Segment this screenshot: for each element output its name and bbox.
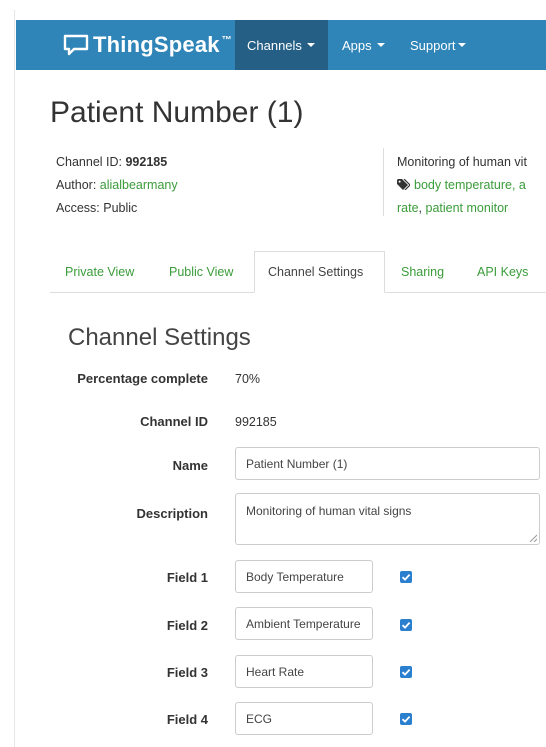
name-input-value: Patient Number (1) bbox=[246, 456, 348, 471]
resize-handle-icon[interactable] bbox=[529, 534, 537, 542]
caret-down-icon bbox=[306, 43, 315, 47]
channel-id-setting-label: Channel ID bbox=[140, 414, 208, 429]
tab-channel-settings[interactable]: Channel Settings bbox=[254, 251, 385, 293]
description-label: Description bbox=[136, 506, 208, 521]
section-title: Channel Settings bbox=[68, 324, 251, 351]
access-label: Access: bbox=[56, 201, 104, 215]
thingspeak-logo[interactable]: ThingSpeak ™ bbox=[63, 20, 232, 70]
tags-line: body temperature, a bbox=[397, 174, 546, 197]
field3-input[interactable]: Heart Rate bbox=[235, 655, 373, 688]
access-value: Public bbox=[103, 201, 138, 215]
field2-checkbox[interactable] bbox=[400, 619, 412, 631]
field4-input-value: ECG bbox=[246, 711, 273, 726]
nav-support[interactable]: Support bbox=[398, 20, 478, 70]
field4-input[interactable]: ECG bbox=[235, 702, 373, 735]
brand-trademark: ™ bbox=[221, 34, 232, 46]
checkmark-icon bbox=[401, 621, 411, 629]
tag-link[interactable]: rate bbox=[397, 201, 419, 215]
percentage-value: 70% bbox=[235, 372, 261, 386]
channel-id-setting-value: 992185 bbox=[235, 415, 277, 429]
author-link[interactable]: alialbearmany bbox=[100, 178, 178, 192]
tag-link[interactable]: patient monitor bbox=[426, 201, 509, 215]
access-line: Access: Public bbox=[56, 197, 178, 220]
tab-public-view[interactable]: Public View bbox=[169, 252, 233, 292]
author-label: Author: bbox=[56, 178, 100, 192]
speech-bubble-icon bbox=[63, 34, 89, 56]
tags-line-2: rate, patient monitor bbox=[397, 197, 546, 220]
nav-support-label: Support bbox=[410, 37, 456, 53]
caret-down-icon bbox=[376, 43, 385, 47]
checkmark-icon bbox=[401, 573, 411, 581]
tags-icon bbox=[397, 179, 410, 190]
tab-api-keys[interactable]: API Keys bbox=[477, 252, 528, 292]
channel-id-label: Channel ID: bbox=[56, 155, 126, 169]
name-label: Name bbox=[172, 458, 208, 473]
description-textarea-value: Monitoring of human vital signs bbox=[246, 504, 412, 518]
field2-input[interactable]: Ambient Temperature bbox=[235, 607, 373, 640]
checkmark-icon bbox=[401, 715, 411, 723]
percentage-label: Percentage complete bbox=[77, 371, 208, 386]
field2-label: Field 2 bbox=[166, 618, 208, 633]
tag-link[interactable]: body temperature, a bbox=[414, 178, 526, 192]
brand-name: ThingSpeak bbox=[93, 32, 220, 57]
description-preview: Monitoring of human vit bbox=[397, 155, 527, 169]
channel-meta: Channel ID: 992185 Author: alialbearmany… bbox=[56, 151, 178, 220]
field3-checkbox[interactable] bbox=[400, 666, 412, 678]
tag-separator: , bbox=[418, 201, 426, 215]
field1-input[interactable]: Body Temperature bbox=[235, 560, 373, 593]
top-navbar: ThingSpeak ™ Channels Apps Support bbox=[16, 20, 546, 70]
page-title: Patient Number (1) bbox=[50, 96, 304, 129]
field1-checkbox[interactable] bbox=[400, 571, 412, 583]
field3-label: Field 3 bbox=[166, 665, 208, 680]
channel-id-value: 992185 bbox=[125, 155, 168, 169]
field1-input-value: Body Temperature bbox=[246, 569, 344, 584]
channel-description-tags: Monitoring of human vit body temperature… bbox=[397, 151, 546, 220]
nav-apps-label: Apps bbox=[342, 37, 372, 53]
nav-apps[interactable]: Apps bbox=[330, 20, 397, 70]
field1-label: Field 1 bbox=[166, 570, 208, 585]
author-line: Author: alialbearmany bbox=[56, 174, 178, 197]
name-input[interactable]: Patient Number (1) bbox=[235, 447, 540, 480]
nav-channels-label: Channels bbox=[247, 37, 302, 53]
field2-input-value: Ambient Temperature bbox=[246, 616, 361, 631]
meta-divider bbox=[383, 148, 384, 216]
tab-private-view[interactable]: Private View bbox=[65, 252, 134, 292]
tab-sharing[interactable]: Sharing bbox=[401, 252, 444, 292]
description-textarea[interactable]: Monitoring of human vital signs bbox=[235, 493, 540, 545]
caret-down-icon bbox=[457, 43, 466, 47]
field4-checkbox[interactable] bbox=[400, 713, 412, 725]
nav-channels[interactable]: Channels bbox=[235, 20, 328, 70]
field3-input-value: Heart Rate bbox=[246, 664, 305, 679]
channel-id-line: Channel ID: 992185 bbox=[56, 151, 178, 174]
field4-label: Field 4 bbox=[166, 712, 208, 727]
checkmark-icon bbox=[401, 668, 411, 676]
